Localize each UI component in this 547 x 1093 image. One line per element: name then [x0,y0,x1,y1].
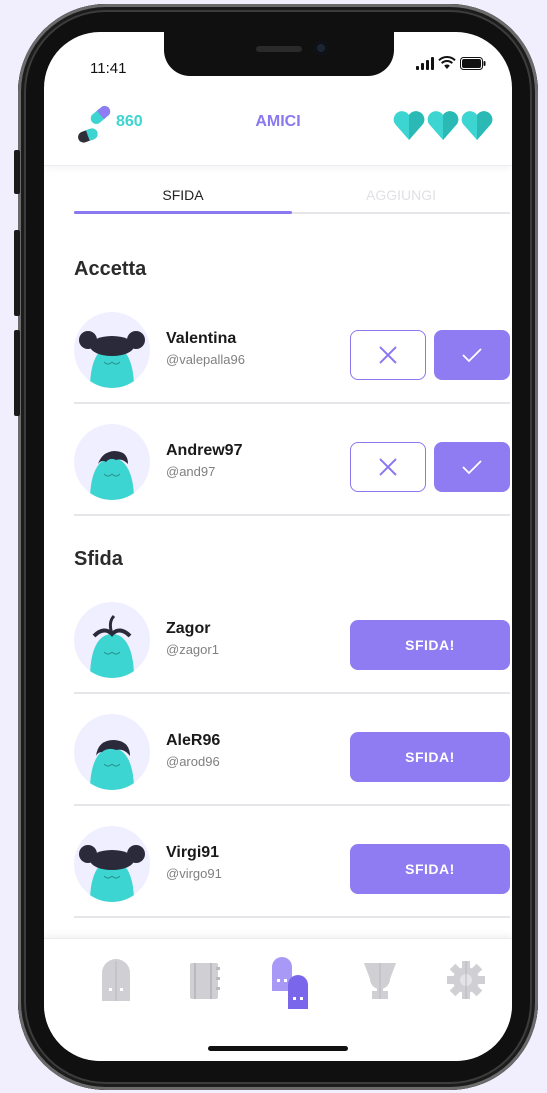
close-icon [379,458,397,476]
trophy-icon [364,963,396,999]
user-handle: @and97 [166,464,216,479]
door-icon [102,959,130,1001]
volume-up-button [14,230,20,316]
challenge-section-title: Sfida [74,548,123,570]
battery-icon [460,57,486,70]
nav-notebook[interactable] [184,957,224,1003]
friend-row: Virgi91 @virgo91 SFIDA! [74,806,510,918]
home-indicator[interactable] [208,1046,348,1051]
mute-switch [14,150,20,194]
user-handle: @arod96 [166,754,220,769]
app-header: 860 AMICI [44,96,512,166]
row-divider [74,916,510,918]
lives-hearts [392,110,494,142]
volume-down-button [14,330,20,416]
user-handle: @valepalla96 [166,352,245,367]
nav-trophy[interactable] [360,957,400,1003]
user-handle: @zagor1 [166,642,219,657]
buns-hair-avatar [74,826,150,902]
notebook-icon [190,963,220,999]
wifi-icon [438,56,456,69]
row-divider [74,514,510,516]
active-tab-indicator [74,211,292,214]
front-camera [314,41,328,55]
close-icon [379,346,397,364]
friend-row: Zagor @zagor1 SFIDA! [74,582,510,694]
tab-aggiungi[interactable]: AGGIUNGI [292,187,510,203]
bottom-nav [44,938,512,1061]
short-hair-avatar [74,424,150,500]
nav-home[interactable] [96,957,136,1003]
user-name: Valentina [166,330,237,347]
challenge-button[interactable]: SFIDA! [350,844,510,894]
reject-button[interactable] [350,442,426,492]
friend-request-row: Valentina @valepalla96 [74,292,510,404]
status-time: 11:41 [90,60,127,77]
check-icon [462,460,482,475]
heart-icon [461,111,493,140]
gear-icon [447,961,485,999]
app-screen: 11:41 860 AMICI SFIDA AGGIUNGI Accetta V… [44,32,512,1061]
challenge-button[interactable]: SFIDA! [350,732,510,782]
user-name: Andrew97 [166,442,243,459]
user-name: AleR96 [166,732,221,749]
nav-settings[interactable] [446,957,486,1003]
challenge-button[interactable]: SFIDA! [350,620,510,670]
user-name: Zagor [166,620,211,637]
short-hair-avatar [74,714,150,790]
check-icon [462,348,482,363]
accept-section-title: Accetta [74,258,147,280]
heart-icon [393,111,425,140]
friends-icon [272,957,308,1009]
user-handle: @virgo91 [166,866,222,881]
status-icons [416,56,486,70]
tab-bar: SFIDA AGGIUNGI [74,182,510,216]
reject-button[interactable] [350,330,426,380]
friend-request-row: Andrew97 @and97 [74,404,510,516]
sprout-hair-avatar [74,602,150,678]
notch [164,32,394,76]
user-name: Virgi91 [166,844,220,861]
tab-sfida[interactable]: SFIDA [74,187,292,203]
signal-icon [416,57,434,70]
heart-icon [427,111,459,140]
accept-button[interactable] [434,330,510,380]
nav-friends[interactable] [270,957,310,1009]
friend-row: AleR96 @arod96 SFIDA! [74,694,510,806]
buns-hair-avatar [74,312,150,388]
accept-button[interactable] [434,442,510,492]
